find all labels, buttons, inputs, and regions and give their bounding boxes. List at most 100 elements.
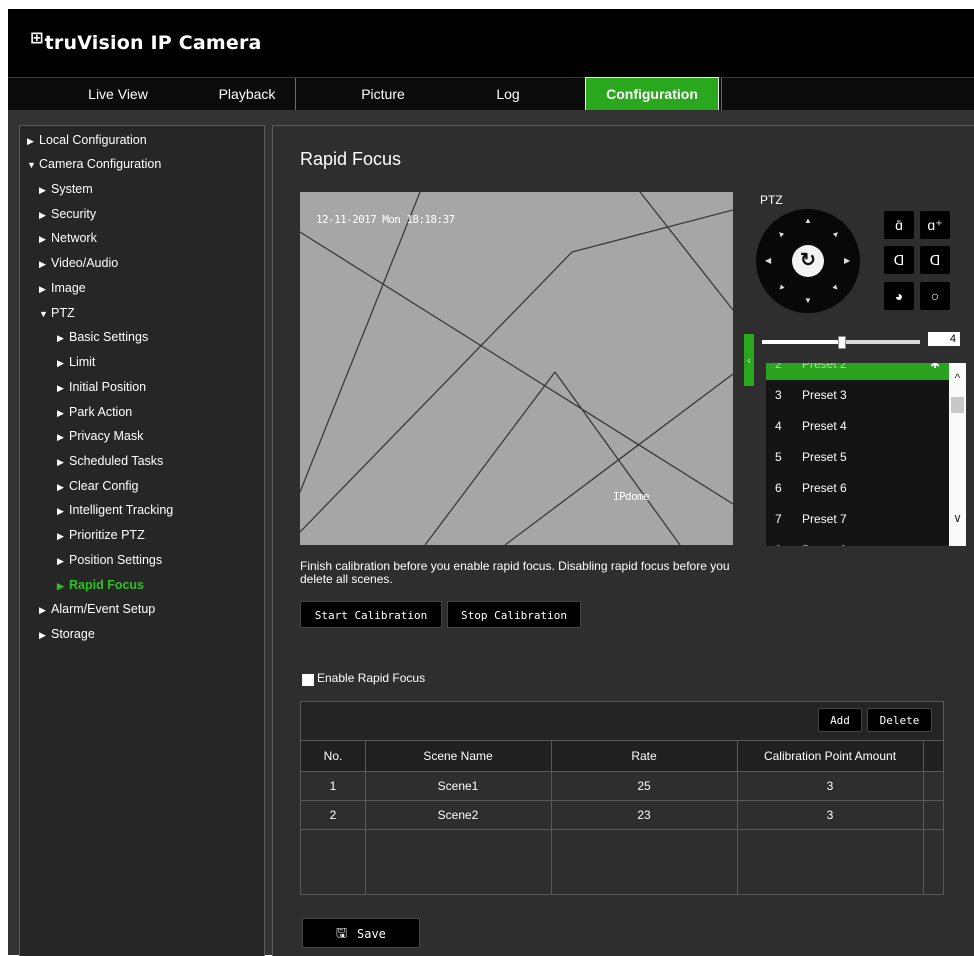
gear-icon[interactable]: ✱ xyxy=(930,363,940,380)
delete-button[interactable]: Delete xyxy=(867,708,932,732)
expand-arrow-icon: ▶ xyxy=(39,605,46,615)
row-divider xyxy=(301,800,943,801)
tab-playback[interactable]: Playback xyxy=(201,78,293,110)
sidebar-item-scheduled-tasks[interactable]: ▶ Scheduled Tasks xyxy=(57,454,163,468)
preset-row[interactable]: 5 Preset 5 xyxy=(766,442,949,473)
add-button[interactable]: Add xyxy=(818,708,862,732)
app-header: ⊞truVision IP Camera xyxy=(8,9,974,77)
preset-row[interactable]: 2 Preset 2 ✱ xyxy=(766,363,949,380)
expand-arrow-icon: ▶ xyxy=(57,556,64,566)
expand-arrow-icon: ▶ xyxy=(57,482,64,492)
scroll-down-icon[interactable]: ∨ xyxy=(950,511,965,525)
expand-arrow-icon: ▶ xyxy=(39,284,46,294)
ptz-left-button[interactable]: ◀ xyxy=(765,257,771,265)
focus-far-icon[interactable]: ᗡ xyxy=(920,246,950,274)
live-video-view[interactable]: 12-11-2017 Mon 18:18:37 IPdome xyxy=(300,192,733,545)
scroll-up-icon[interactable]: ^ xyxy=(950,371,965,385)
main-content: Rapid Focus 12-11-2017 Mon 18:18:37 IPdo… xyxy=(272,125,974,956)
sidebar-item-label: Video/Audio xyxy=(51,256,119,270)
preset-name: Preset 3 xyxy=(802,388,847,402)
preset-name: Preset 2 xyxy=(802,363,847,371)
tab-divider xyxy=(295,78,296,110)
table-toolbar: Add Delete xyxy=(301,702,943,741)
ptz-right-button[interactable]: ▶ xyxy=(844,257,850,265)
preset-scrollbar[interactable]: ^ ∨ xyxy=(949,363,966,546)
preset-number: 4 xyxy=(775,419,782,433)
sidebar-item-alarm-event-setup[interactable]: ▶ Alarm/Event Setup xyxy=(39,602,155,616)
expand-arrow-icon: ▶ xyxy=(39,630,46,640)
preset-name: Preset 8 xyxy=(802,535,847,546)
ptz-auto-rotate-icon[interactable]: ↻ xyxy=(792,245,824,277)
sidebar-item-intelligent-tracking[interactable]: ▶ Intelligent Tracking xyxy=(57,503,173,517)
ptz-speed-slider[interactable] xyxy=(762,336,920,349)
expand-arrow-icon: ▶ xyxy=(39,259,46,269)
tab-live-view[interactable]: Live View xyxy=(68,78,168,110)
sidebar-item-privacy-mask[interactable]: ▶ Privacy Mask xyxy=(57,429,143,443)
start-calibration-button[interactable]: Start Calibration xyxy=(300,601,442,628)
sidebar-item-storage[interactable]: ▶ Storage xyxy=(39,627,95,641)
stop-calibration-button[interactable]: Stop Calibration xyxy=(447,601,581,628)
ptz-down-left-button[interactable]: ▼ xyxy=(775,282,787,294)
sidebar-item-label: Storage xyxy=(51,627,95,641)
column-header-no: No. xyxy=(323,749,343,763)
sidebar-item-label: Image xyxy=(51,281,86,295)
expand-arrow-icon: ▶ xyxy=(57,358,64,368)
iris-open-icon[interactable]: ○ xyxy=(920,282,950,310)
sidebar-item-position-settings[interactable]: ▶ Position Settings xyxy=(57,553,162,567)
slider-handle[interactable] xyxy=(838,336,846,349)
sidebar-item-prioritize-ptz[interactable]: ▶ Prioritize PTZ xyxy=(57,528,145,542)
ptz-down-right-button[interactable]: ▼ xyxy=(830,282,842,294)
sidebar-item-label: Rapid Focus xyxy=(69,578,145,592)
zoom-out-icon[interactable]: ɑ̄ xyxy=(884,211,914,239)
sidebar-item-clear-config[interactable]: ▶ Clear Config xyxy=(57,479,138,493)
zoom-in-icon[interactable]: ɑ⁺ xyxy=(920,211,950,239)
sidebar-item-label: Position Settings xyxy=(69,553,163,567)
save-button[interactable]: 🖫 Save xyxy=(302,918,420,948)
sidebar-item-video-audio[interactable]: ▶ Video/Audio xyxy=(39,256,118,270)
sidebar-item-network[interactable]: ▶ Network xyxy=(39,231,97,245)
collapse-arrow-icon: ▼ xyxy=(27,160,36,170)
sidebar-item-park-action[interactable]: ▶ Park Action xyxy=(57,405,132,419)
sidebar-item-basic-settings[interactable]: ▶ Basic Settings xyxy=(57,330,148,344)
preset-name: Preset 7 xyxy=(802,512,847,526)
expand-arrow-icon: ▶ xyxy=(39,234,46,244)
sidebar-item-camera-configuration[interactable]: ▼ Camera Configuration xyxy=(27,157,161,171)
sidebar-item-label: Camera Configuration xyxy=(39,157,162,171)
tab-log[interactable]: Log xyxy=(478,78,538,110)
scene-table: Add Delete No. Scene Name Rate Calibrati… xyxy=(300,701,944,895)
expand-arrow-icon: ▶ xyxy=(27,136,34,146)
sidebar-item-initial-position[interactable]: ▶ Initial Position xyxy=(57,380,146,394)
preset-row[interactable]: 3 Preset 3 xyxy=(766,380,949,411)
collapse-panel-icon[interactable]: ‹ xyxy=(744,334,754,386)
ptz-up-right-button[interactable]: ▲ xyxy=(830,228,842,240)
preset-row[interactable]: 7 Preset 7 xyxy=(766,504,949,535)
sidebar-item-local-configuration[interactable]: ▶ Local Configuration xyxy=(27,133,147,147)
preset-number: 6 xyxy=(775,481,782,495)
preset-row[interactable]: 4 Preset 4 xyxy=(766,411,949,442)
page-body: ▶ Local Configuration ▼ Camera Configurati… xyxy=(8,110,974,956)
sidebar-item-rapid-focus[interactable]: ▶ Rapid Focus xyxy=(57,578,144,592)
tab-configuration[interactable]: Configuration xyxy=(585,77,719,110)
sidebar-item-ptz[interactable]: ▼ PTZ xyxy=(39,306,75,320)
expand-arrow-icon: ▶ xyxy=(57,383,64,393)
enable-rapid-focus-label: Enable Rapid Focus xyxy=(317,671,426,685)
sidebar-item-image[interactable]: ▶ Image xyxy=(39,281,86,295)
sidebar-item-system[interactable]: ▶ System xyxy=(39,182,93,196)
scrollbar-thumb[interactable] xyxy=(951,397,964,413)
sidebar-item-label: Limit xyxy=(69,355,96,369)
preset-number: 7 xyxy=(775,512,782,526)
tab-picture[interactable]: Picture xyxy=(338,78,428,110)
collapse-arrow-icon: ▼ xyxy=(39,309,48,319)
preset-row[interactable]: 8 Preset 8 xyxy=(766,535,949,546)
ptz-up-button[interactable]: ▲ xyxy=(804,217,812,225)
ptz-up-left-button[interactable]: ▲ xyxy=(775,228,787,240)
ptz-down-button[interactable]: ▼ xyxy=(804,297,812,305)
focus-near-icon[interactable]: ᗡ xyxy=(884,246,914,274)
sidebar-item-security[interactable]: ▶ Security xyxy=(39,207,96,221)
enable-rapid-focus-checkbox[interactable] xyxy=(302,674,314,686)
sidebar-item-limit[interactable]: ▶ Limit xyxy=(57,355,95,369)
preset-row[interactable]: 6 Preset 6 xyxy=(766,473,949,504)
sidebar-item-label: Security xyxy=(51,207,97,221)
iris-close-icon[interactable]: ◕ xyxy=(884,282,914,310)
preset-number: 2 xyxy=(775,363,782,371)
